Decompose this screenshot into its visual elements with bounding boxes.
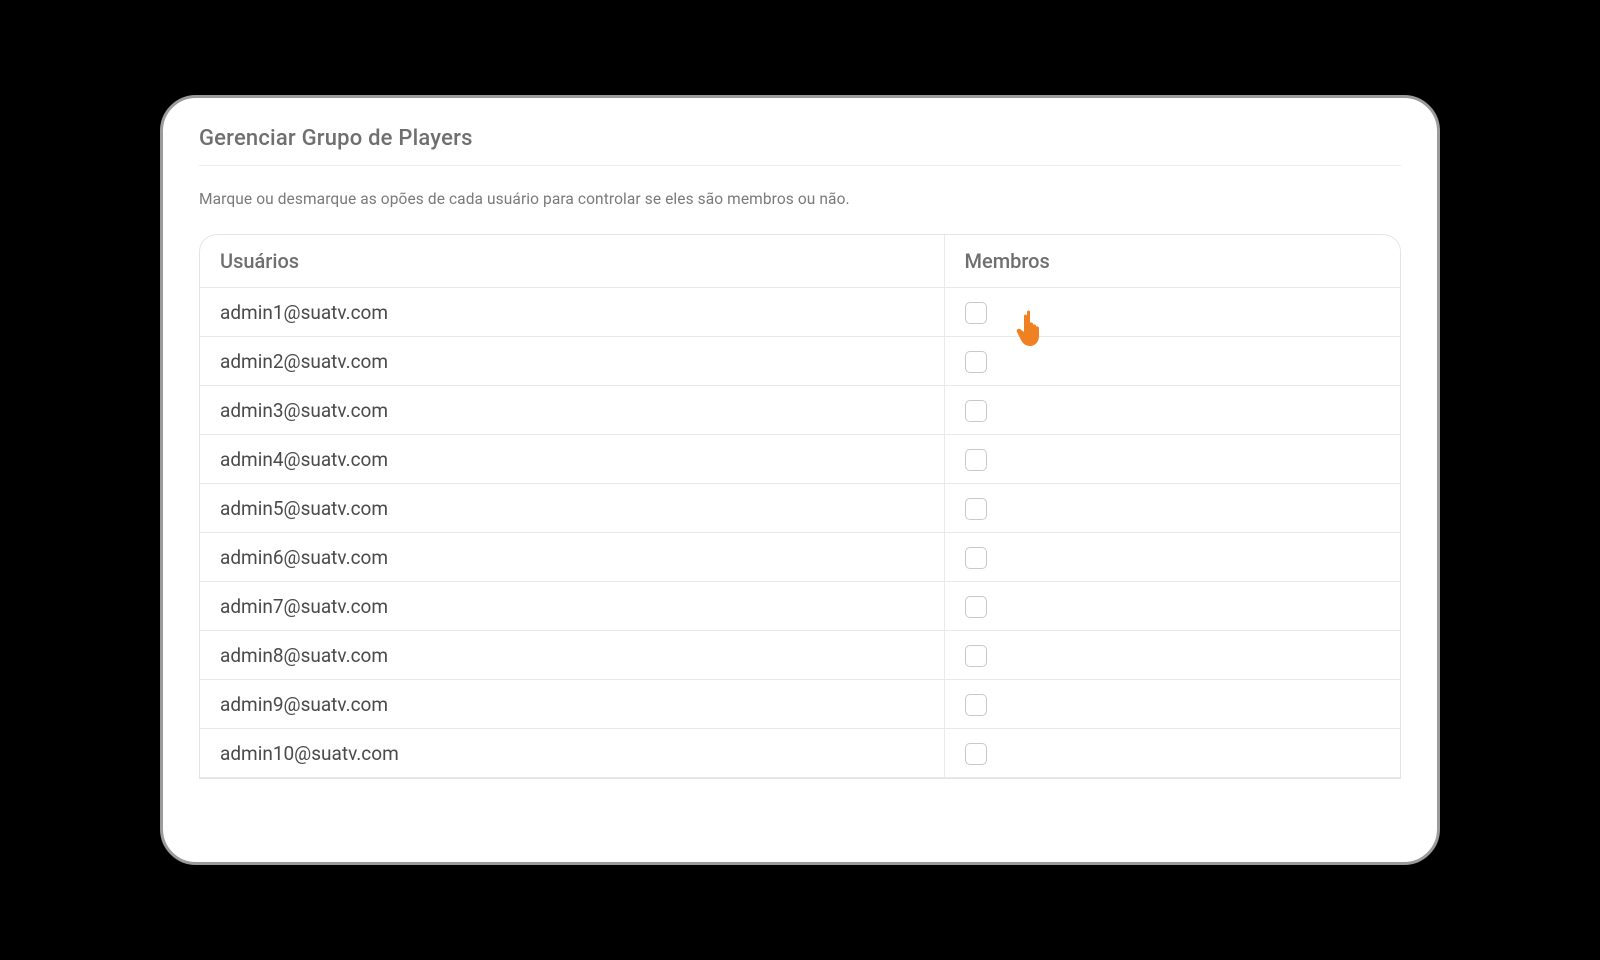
user-email-cell: admin5@suatv.com	[200, 484, 944, 533]
table-row: admin1@suatv.com	[200, 288, 1400, 337]
users-table: Usuários Membros admin1@suatv.comadmin2@…	[200, 235, 1400, 778]
user-email-cell: admin8@suatv.com	[200, 631, 944, 680]
table-header-row: Usuários Membros	[200, 235, 1400, 288]
table-row: admin7@suatv.com	[200, 582, 1400, 631]
member-checkbox[interactable]	[965, 302, 987, 324]
member-cell	[944, 729, 1400, 778]
content-area: Gerenciar Grupo de Players Marque ou des…	[163, 98, 1437, 779]
table-row: admin6@suatv.com	[200, 533, 1400, 582]
member-cell	[944, 337, 1400, 386]
member-cell	[944, 435, 1400, 484]
member-checkbox[interactable]	[965, 400, 987, 422]
column-header-users: Usuários	[200, 235, 944, 288]
member-cell	[944, 288, 1400, 337]
column-header-members: Membros	[944, 235, 1400, 288]
table-row: admin2@suatv.com	[200, 337, 1400, 386]
user-email-cell: admin2@suatv.com	[200, 337, 944, 386]
member-checkbox[interactable]	[965, 596, 987, 618]
user-email-cell: admin6@suatv.com	[200, 533, 944, 582]
table-row: admin8@suatv.com	[200, 631, 1400, 680]
table-row: admin5@suatv.com	[200, 484, 1400, 533]
member-checkbox[interactable]	[965, 351, 987, 373]
page-title: Gerenciar Grupo de Players	[199, 126, 1401, 165]
table-row: admin9@suatv.com	[200, 680, 1400, 729]
member-cell	[944, 386, 1400, 435]
member-checkbox[interactable]	[965, 694, 987, 716]
instruction-text: Marque ou desmarque as opões de cada usu…	[199, 190, 1401, 208]
member-checkbox[interactable]	[965, 645, 987, 667]
table-row: admin4@suatv.com	[200, 435, 1400, 484]
user-email-cell: admin3@suatv.com	[200, 386, 944, 435]
member-checkbox[interactable]	[965, 743, 987, 765]
table-row: admin3@suatv.com	[200, 386, 1400, 435]
user-email-cell: admin10@suatv.com	[200, 729, 944, 778]
member-checkbox[interactable]	[965, 449, 987, 471]
users-table-wrap: Usuários Membros admin1@suatv.comadmin2@…	[199, 234, 1401, 779]
member-checkbox[interactable]	[965, 498, 987, 520]
title-divider	[199, 165, 1401, 166]
user-email-cell: admin9@suatv.com	[200, 680, 944, 729]
member-cell	[944, 533, 1400, 582]
user-email-cell: admin4@suatv.com	[200, 435, 944, 484]
table-row: admin10@suatv.com	[200, 729, 1400, 778]
member-cell	[944, 631, 1400, 680]
user-email-cell: admin7@suatv.com	[200, 582, 944, 631]
user-email-cell: admin1@suatv.com	[200, 288, 944, 337]
member-cell	[944, 582, 1400, 631]
member-cell	[944, 680, 1400, 729]
member-cell	[944, 484, 1400, 533]
member-checkbox[interactable]	[965, 547, 987, 569]
device-frame: Gerenciar Grupo de Players Marque ou des…	[160, 95, 1440, 865]
